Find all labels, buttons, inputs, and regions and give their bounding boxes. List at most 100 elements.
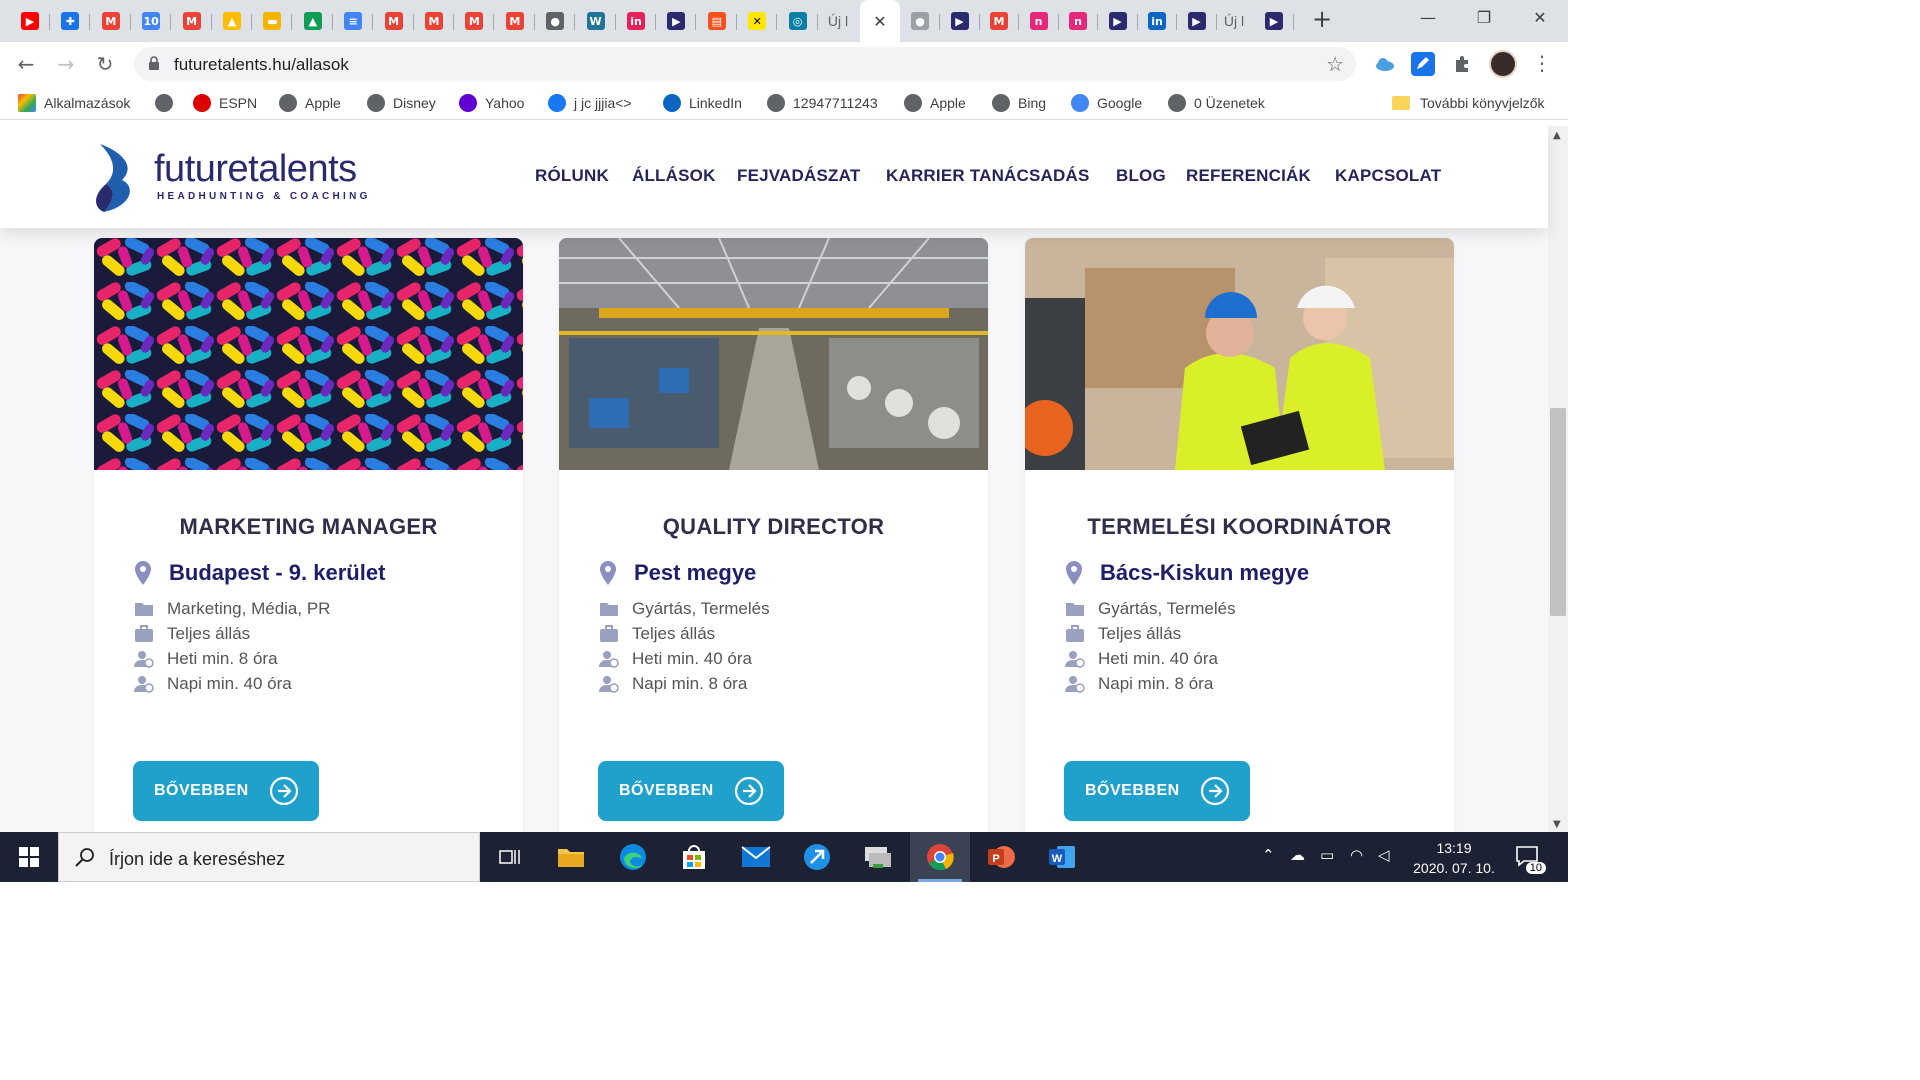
- file-explorer-icon[interactable]: [541, 832, 601, 882]
- bookmark-item[interactable]: Disney: [367, 93, 436, 113]
- bookmark-item[interactable]: Google: [1071, 93, 1142, 113]
- edit-extension-icon[interactable]: [1411, 52, 1435, 76]
- browser-tab[interactable]: n: [1019, 6, 1059, 36]
- browser-tab[interactable]: M: [495, 6, 535, 36]
- futuretalents-logo-icon[interactable]: [92, 142, 142, 214]
- browser-tab[interactable]: ▲: [212, 6, 252, 36]
- scroll-down-icon[interactable]: ▼: [1553, 819, 1561, 830]
- page-scrollbar[interactable]: ▲ ▼: [1548, 126, 1568, 832]
- browser-tab[interactable]: M: [374, 6, 414, 36]
- profile-avatar[interactable]: [1489, 50, 1517, 78]
- wifi-icon[interactable]: ◠: [1350, 846, 1363, 864]
- browser-tab[interactable]: ▶: [940, 6, 980, 36]
- job-title[interactable]: QUALITY DIRECTOR: [559, 514, 988, 540]
- minimize-window-icon[interactable]: —: [1414, 8, 1442, 32]
- browser-tab[interactable]: ▶: [1098, 6, 1138, 36]
- battery-icon[interactable]: ▭: [1320, 846, 1334, 864]
- edge-icon[interactable]: [603, 832, 663, 882]
- bookmark-item[interactable]: j jc jjjia<>: [548, 93, 632, 113]
- taskbar-search[interactable]: Írjon ide a kereséshez: [58, 832, 480, 882]
- close-tab-icon[interactable]: ✕: [873, 12, 886, 31]
- onedrive-icon[interactable]: ☁: [1290, 846, 1305, 864]
- nav-item-fejvadaszat[interactable]: FEJVADÁSZAT: [737, 166, 860, 186]
- close-window-icon[interactable]: ✕: [1526, 8, 1554, 32]
- browser-tab[interactable]: ●: [900, 6, 940, 36]
- taskbar-clock[interactable]: 13:19 2020. 07. 10.: [1404, 838, 1504, 878]
- nav-item-referenciak[interactable]: REFERENCIÁK: [1186, 166, 1311, 186]
- bookmark-item[interactable]: Bing: [992, 93, 1046, 113]
- browser-tab[interactable]: M: [454, 6, 495, 36]
- start-button[interactable]: [0, 832, 58, 882]
- browser-tab[interactable]: ✕: [737, 6, 778, 36]
- bookmark-item[interactable]: ESPN: [193, 93, 257, 113]
- browser-tab[interactable]: n: [1058, 6, 1098, 36]
- nav-item-karrier[interactable]: KARRIER TANÁCSADÁS: [886, 166, 1090, 186]
- network-drive-icon[interactable]: [848, 832, 908, 882]
- browser-tab[interactable]: ▶: [10, 6, 50, 36]
- bookmark-item[interactable]: [155, 93, 181, 113]
- browser-tab[interactable]: in: [1137, 6, 1177, 36]
- browser-tab[interactable]: ▶: [1177, 6, 1217, 36]
- browser-tab[interactable]: W: [576, 6, 616, 36]
- browser-tab[interactable]: ◎: [778, 6, 818, 36]
- bookmark-item[interactable]: Apple: [279, 93, 341, 113]
- browser-tab[interactable]: M: [172, 6, 212, 36]
- bookmark-item[interactable]: LinkedIn: [663, 93, 742, 113]
- browser-tab[interactable]: M: [414, 6, 454, 36]
- logo-text[interactable]: futuretalents: [154, 148, 357, 191]
- word-icon[interactable]: W: [1032, 832, 1092, 882]
- bookmark-item[interactable]: Alkalmazások: [18, 93, 130, 113]
- job-image-capsules[interactable]: [94, 238, 523, 470]
- browser-tab[interactable]: ▤: [697, 6, 737, 36]
- browser-tab[interactable]: ▶: [656, 6, 697, 36]
- more-button[interactable]: BŐVEBBEN: [598, 761, 784, 821]
- browser-tab[interactable]: ▲: [293, 6, 333, 36]
- bookmark-item[interactable]: Yahoo: [459, 93, 524, 113]
- browser-tab[interactable]: ▶: [1254, 6, 1294, 36]
- action-center-icon[interactable]: 10: [1514, 844, 1546, 874]
- browser-tab[interactable]: M: [91, 6, 131, 36]
- mail-icon[interactable]: [726, 832, 786, 882]
- bookmark-item[interactable]: 12947711243: [767, 93, 878, 113]
- nav-item-allasok[interactable]: ÁLLÁSOK: [632, 166, 716, 186]
- browser-tab[interactable]: in: [616, 6, 656, 36]
- bookmark-item[interactable]: Apple: [904, 93, 966, 113]
- cloud-extension-icon[interactable]: [1373, 52, 1397, 76]
- nav-item-blog[interactable]: BLOG: [1116, 166, 1166, 186]
- new-tab-button[interactable]: +: [1310, 7, 1334, 32]
- job-title[interactable]: MARKETING MANAGER: [94, 514, 523, 540]
- more-button[interactable]: BŐVEBBEN: [1064, 761, 1250, 821]
- job-title[interactable]: TERMELÉSI KOORDINÁTOR: [1025, 514, 1454, 540]
- more-button[interactable]: BŐVEBBEN: [133, 761, 319, 821]
- app-icon[interactable]: [787, 832, 847, 882]
- powerpoint-icon[interactable]: P: [971, 832, 1031, 882]
- browser-tab[interactable]: ▬: [252, 6, 293, 36]
- extensions-puzzle-icon[interactable]: [1451, 52, 1475, 76]
- scroll-up-icon[interactable]: ▲: [1553, 130, 1561, 141]
- show-hidden-icons-icon[interactable]: ⌃: [1262, 846, 1275, 864]
- store-icon[interactable]: [664, 832, 724, 882]
- volume-icon[interactable]: ◁: [1378, 846, 1390, 864]
- chrome-taskbar-icon[interactable]: [910, 832, 970, 882]
- reload-icon[interactable]: ↻: [93, 52, 117, 76]
- browser-tab[interactable]: ≡: [333, 6, 374, 36]
- browser-tab[interactable]: ●: [535, 6, 576, 36]
- forward-icon[interactable]: →: [54, 52, 78, 76]
- browser-tab[interactable]: Új l: [818, 6, 858, 36]
- restore-window-icon[interactable]: ❐: [1470, 8, 1498, 32]
- bookmark-item[interactable]: 0 Üzenetek: [1168, 93, 1265, 113]
- browser-tab[interactable]: ✚: [50, 6, 91, 36]
- scrollbar-thumb[interactable]: [1550, 408, 1566, 616]
- task-view-icon[interactable]: [480, 832, 540, 882]
- browser-tab[interactable]: M: [979, 6, 1019, 36]
- back-icon[interactable]: ←: [14, 52, 38, 76]
- address-bar[interactable]: futuretalents.hu/allasok ☆: [134, 47, 1356, 81]
- job-image-factory[interactable]: [559, 238, 988, 470]
- chrome-menu-icon[interactable]: ⋮: [1532, 52, 1552, 76]
- bookmark-more[interactable]: További könyvjelzők: [1392, 93, 1545, 113]
- nav-item-rolunk[interactable]: RÓLUNK: [535, 166, 609, 186]
- job-image-warehouse[interactable]: [1025, 238, 1454, 470]
- nav-item-kapcsolat[interactable]: KAPCSOLAT: [1335, 166, 1441, 186]
- browser-tab[interactable]: 10: [131, 6, 172, 36]
- bookmark-star-icon[interactable]: ☆: [1326, 52, 1344, 76]
